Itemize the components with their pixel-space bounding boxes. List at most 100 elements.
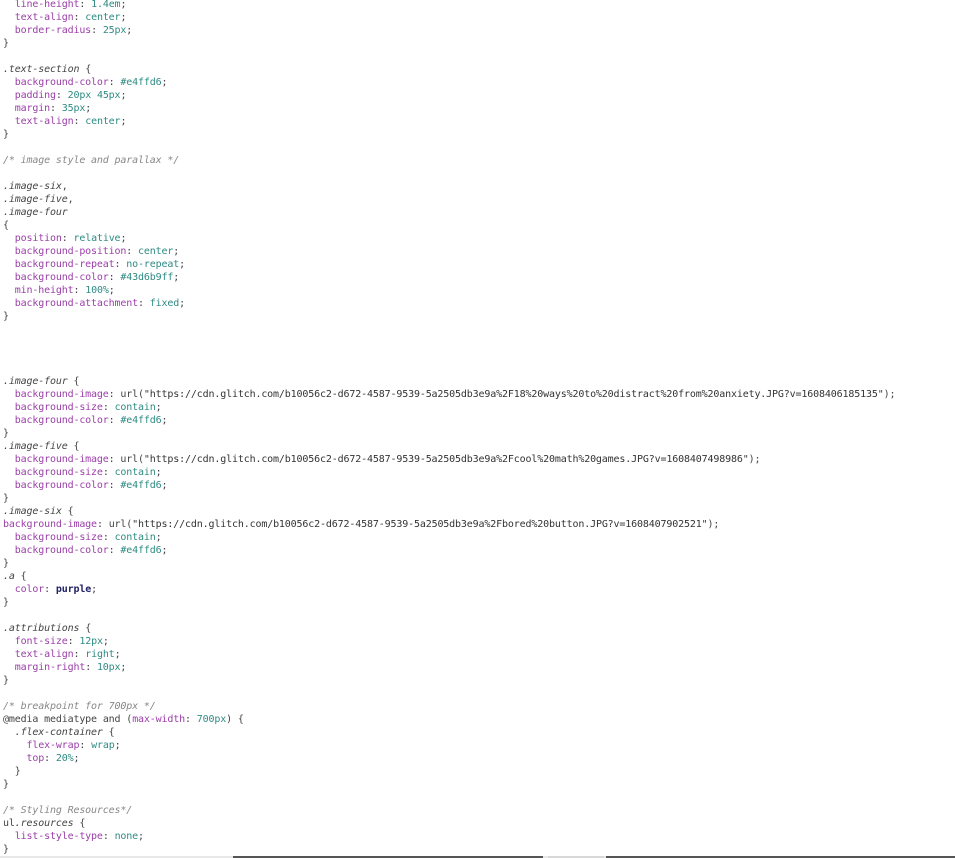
code-token-prop: padding [3, 90, 56, 101]
code-line[interactable]: .flex-container { [0, 726, 955, 739]
code-token-num: 100% [85, 285, 109, 296]
code-line[interactable]: .image-six, [0, 180, 955, 193]
code-line[interactable]: } [0, 596, 955, 609]
code-line[interactable]: text-align: right; [0, 648, 955, 661]
code-token-punct: { [79, 623, 92, 634]
code-line[interactable]: min-height: 100%; [0, 284, 955, 297]
code-line[interactable]: background-color: #43d6b9ff; [0, 271, 955, 284]
code-line[interactable]: } [0, 557, 955, 570]
code-token-punct: : [85, 662, 97, 673]
code-token-punct: : [102, 467, 115, 478]
code-line[interactable]: { [0, 219, 955, 232]
code-line[interactable]: background-color: #e4ffd6; [0, 414, 955, 427]
code-line[interactable]: background-position: center; [0, 245, 955, 258]
code-token-color: #e4ffd6 [120, 545, 162, 556]
code-token-punct: ) { [226, 714, 244, 725]
code-line[interactable]: list-style-type: none; [0, 830, 955, 843]
code-token-fn: url( [120, 389, 144, 400]
code-line[interactable]: line-height: 1.4em; [0, 0, 955, 11]
code-token-punct: ; [161, 415, 168, 426]
code-token-punct: ; [120, 90, 127, 101]
code-line[interactable]: } [0, 674, 955, 687]
code-line[interactable]: background-color: #e4ffd6; [0, 544, 955, 557]
code-editor[interactable]: line-height: 1.4em; text-align: center; … [0, 0, 955, 854]
code-line[interactable] [0, 167, 955, 180]
code-line[interactable]: .text-section { [0, 63, 955, 76]
code-token-selector: .a [3, 571, 15, 582]
code-line[interactable]: font-size: 12px; [0, 635, 955, 648]
code-token-prop: text-align [3, 116, 74, 127]
code-line[interactable] [0, 362, 955, 375]
code-token-num: 25px [102, 25, 127, 36]
code-token-prop: min-height [3, 285, 74, 296]
code-line[interactable] [0, 336, 955, 349]
code-token-prop: background-color [3, 415, 109, 426]
code-line[interactable] [0, 323, 955, 336]
code-token-punct: , [61, 181, 68, 192]
code-line[interactable]: } [0, 843, 955, 854]
code-line[interactable] [0, 791, 955, 804]
code-line[interactable]: .image-five, [0, 193, 955, 206]
code-line[interactable]: @media mediatype and (max-width: 700px) … [0, 713, 955, 726]
code-line[interactable]: } [0, 427, 955, 440]
code-token-purple: purple [55, 584, 92, 595]
code-line[interactable]: background-repeat: no-repeat; [0, 258, 955, 271]
code-line[interactable]: margin: 35px; [0, 102, 955, 115]
code-line[interactable]: background-color: #e4ffd6; [0, 76, 955, 89]
code-token-punct: { [67, 441, 80, 452]
code-line[interactable]: } [0, 310, 955, 323]
code-line[interactable]: background-size: contain; [0, 401, 955, 414]
code-line[interactable]: } [0, 778, 955, 791]
code-line[interactable]: top: 20%; [0, 752, 955, 765]
code-line[interactable]: background-attachment: fixed; [0, 297, 955, 310]
code-line[interactable]: background-size: contain; [0, 531, 955, 544]
code-token-fn: url( [108, 519, 133, 530]
code-line[interactable] [0, 687, 955, 700]
code-token-comment: /* breakpoint for 700px */ [3, 701, 156, 712]
code-line[interactable]: background-color: #e4ffd6; [0, 479, 955, 492]
code-line[interactable]: flex-wrap: wrap; [0, 739, 955, 752]
code-token-prop: background-attachment [3, 298, 139, 309]
code-token-punct: { [102, 727, 115, 738]
code-line[interactable]: /* breakpoint for 700px */ [0, 700, 955, 713]
code-line[interactable]: background-size: contain; [0, 466, 955, 479]
code-line[interactable]: .image-five { [0, 440, 955, 453]
code-line[interactable]: } [0, 37, 955, 50]
code-token-punct: ; [161, 545, 168, 556]
code-token-punct: : [44, 584, 56, 595]
code-token-val: contain [114, 402, 156, 413]
code-line[interactable]: .attributions { [0, 622, 955, 635]
code-line[interactable]: /* image style and parallax */ [0, 154, 955, 167]
code-token-selector: .flex-container [3, 727, 103, 738]
code-token-punct: : [79, 0, 92, 10]
code-line[interactable]: .image-four [0, 206, 955, 219]
code-line[interactable]: .image-four { [0, 375, 955, 388]
code-line[interactable]: margin-right: 10px; [0, 661, 955, 674]
code-line[interactable]: background-image: url("https://cdn.glitc… [0, 453, 955, 466]
code-line[interactable]: } [0, 765, 955, 778]
code-line[interactable]: .image-six { [0, 505, 955, 518]
code-token-punct: ; [114, 649, 121, 660]
code-line[interactable] [0, 609, 955, 622]
code-line[interactable] [0, 50, 955, 63]
code-line[interactable]: background-image: url("https://cdn.glitc… [0, 518, 955, 531]
code-line[interactable]: text-align: center; [0, 115, 955, 128]
code-line[interactable]: .a { [0, 570, 955, 583]
code-token-str: "https://cdn.glitch.com/b10056c2-d672-45… [143, 454, 749, 465]
code-line[interactable]: position: relative; [0, 232, 955, 245]
code-line[interactable] [0, 141, 955, 154]
code-line[interactable]: text-align: center; [0, 11, 955, 24]
code-token-punct: ; [155, 532, 162, 543]
code-line[interactable]: /* Styling Resources*/ [0, 804, 955, 817]
code-line[interactable]: padding: 20px 45px; [0, 89, 955, 102]
code-line[interactable]: color: purple; [0, 583, 955, 596]
code-line[interactable]: } [0, 128, 955, 141]
code-token-punct: : [138, 298, 150, 309]
code-line[interactable]: } [0, 492, 955, 505]
code-token-punct: ; [108, 285, 115, 296]
code-line[interactable]: background-image: url("https://cdn.glitc… [0, 388, 955, 401]
code-line[interactable]: ul.resources { [0, 817, 955, 830]
code-token-punct: } [3, 493, 9, 504]
code-line[interactable]: border-radius: 25px; [0, 24, 955, 37]
code-line[interactable] [0, 349, 955, 362]
